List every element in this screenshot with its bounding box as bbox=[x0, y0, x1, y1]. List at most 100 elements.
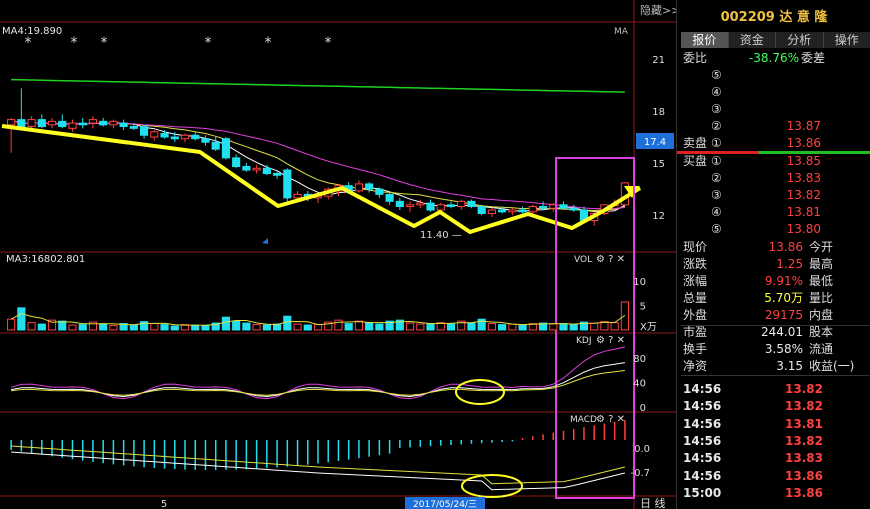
price-tick-label: 18 bbox=[652, 107, 665, 118]
sell-row: ④ bbox=[681, 84, 869, 101]
candle-up bbox=[293, 193, 302, 199]
vol-bar bbox=[590, 322, 599, 331]
macd-tick-label: -0.7 bbox=[630, 468, 650, 479]
candle-up bbox=[252, 167, 261, 171]
vol-bar bbox=[140, 321, 149, 331]
candle-down bbox=[467, 200, 476, 208]
sell-level: ④ bbox=[711, 85, 722, 99]
candle-down bbox=[283, 169, 292, 199]
candle-up bbox=[7, 119, 16, 126]
period-label: 日 线 bbox=[640, 496, 666, 509]
candle-up bbox=[487, 209, 496, 214]
price-tick-label: 21 bbox=[652, 55, 665, 66]
stat-label-2: 量比 bbox=[809, 291, 834, 305]
vol-bar bbox=[58, 320, 67, 331]
candle-down bbox=[78, 122, 87, 126]
candle-down bbox=[201, 138, 210, 143]
vol-bar bbox=[610, 322, 619, 331]
stat-row: 总量 5.70万 量比 bbox=[681, 290, 869, 307]
candle-up bbox=[416, 202, 425, 206]
candle-down bbox=[221, 138, 231, 159]
divider bbox=[681, 325, 869, 326]
tick-time: 14:56 bbox=[683, 468, 722, 483]
hide-button[interactable]: 隐藏 bbox=[640, 4, 662, 17]
buy-row: ③ 13.82 bbox=[681, 187, 869, 204]
stat-label-2: 股本 bbox=[809, 325, 834, 339]
candle-down bbox=[119, 122, 128, 128]
candle-down bbox=[232, 157, 241, 168]
vol-bar bbox=[569, 324, 578, 331]
sell-row: ⑤ bbox=[681, 67, 869, 84]
candle-down bbox=[426, 202, 435, 211]
sell-level: ③ bbox=[711, 102, 722, 116]
buy-level: ⑤ bbox=[711, 222, 722, 236]
vol-bar bbox=[446, 323, 456, 331]
low-annotation: 11.40 — bbox=[420, 230, 462, 241]
stat-label: 涨跌 bbox=[683, 257, 708, 271]
vol-bar bbox=[549, 323, 558, 331]
vol-controls: ⚙ ? ✕ bbox=[596, 254, 625, 265]
candle-down bbox=[375, 188, 384, 195]
vol-bar bbox=[17, 307, 26, 331]
sell-row: ② 13.87 bbox=[681, 118, 869, 135]
candle-up bbox=[180, 134, 190, 140]
vol-bar bbox=[508, 323, 517, 331]
vol-bar bbox=[518, 324, 527, 331]
vol-bar bbox=[129, 324, 138, 331]
stat-row: 净资 3.15 收益(一) bbox=[681, 358, 869, 375]
candle-down bbox=[559, 204, 568, 209]
vol-bar bbox=[99, 323, 108, 331]
macd-tag: MACD bbox=[570, 415, 597, 425]
stat-label: 换手 bbox=[683, 342, 708, 356]
buy-price: 13.82 bbox=[786, 188, 821, 202]
x-tick-label: 5 bbox=[161, 499, 167, 509]
tab-operation[interactable]: 操作 bbox=[823, 32, 870, 48]
tick-time: 14:56 bbox=[683, 433, 722, 448]
stat-label: 涨幅 bbox=[683, 274, 708, 288]
tab-analysis[interactable]: 分析 bbox=[776, 32, 824, 48]
stat-label-2: 流通 bbox=[809, 342, 834, 356]
signal-marker: * bbox=[265, 35, 272, 51]
vol-unit: X万 bbox=[640, 322, 657, 333]
vol-bar bbox=[27, 322, 36, 331]
candle-down bbox=[37, 119, 46, 128]
stock-chart[interactable]: 隐藏 >> MA4:19.890 MA 12 15 18 21 17.4 * * * * * * 11.40 … bbox=[0, 0, 676, 509]
current-price-tag: 17.4 bbox=[644, 137, 666, 148]
tab-funds[interactable]: 资金 bbox=[728, 32, 776, 48]
candle-down bbox=[140, 126, 149, 136]
vol-tick-label: 10 bbox=[633, 277, 646, 288]
stat-value: 3.58% bbox=[764, 342, 803, 356]
candle-down bbox=[262, 167, 271, 175]
candle-up bbox=[68, 122, 77, 129]
signal-marker: * bbox=[325, 35, 332, 51]
candle-down bbox=[395, 200, 404, 208]
kdj-controls: ⚙ ? ✕ bbox=[596, 335, 625, 346]
buy-price: 13.80 bbox=[786, 222, 821, 236]
candle-down bbox=[58, 120, 67, 128]
candle-down bbox=[498, 209, 507, 213]
sell-row: 卖盘 ① 13.86 bbox=[681, 135, 869, 152]
wei-bi-label: 委比 bbox=[683, 51, 708, 65]
candle-down bbox=[160, 133, 169, 138]
stat-row: 现价 13.86 今开 bbox=[681, 239, 869, 256]
expand-button[interactable]: >> bbox=[662, 4, 676, 17]
stat-value: 13.86 bbox=[768, 240, 803, 254]
stat-row: 换手 3.58% 流通 bbox=[681, 341, 869, 358]
vol-tag: VOL bbox=[574, 255, 592, 265]
vol-bar bbox=[109, 325, 118, 331]
buy-label: 买盘 bbox=[683, 154, 708, 168]
stat-row: 外盘 29175 内盘 bbox=[681, 307, 869, 324]
tick-time: 14:56 bbox=[683, 399, 722, 414]
candle-down bbox=[477, 206, 486, 214]
kdj-tick-label: 40 bbox=[633, 379, 646, 390]
vol-bar bbox=[242, 322, 251, 331]
sell-level: ① bbox=[711, 136, 722, 150]
candle-up bbox=[528, 206, 537, 213]
tick-price: 13.82 bbox=[785, 433, 823, 448]
stat-label: 外盘 bbox=[683, 308, 708, 322]
stock-title: 002209 达 意 隆 bbox=[720, 10, 828, 25]
candle-down bbox=[242, 166, 251, 171]
tab-quote[interactable]: 报价 bbox=[681, 32, 729, 48]
sell-level: ② bbox=[711, 119, 722, 133]
signal-marker: * bbox=[101, 35, 108, 51]
